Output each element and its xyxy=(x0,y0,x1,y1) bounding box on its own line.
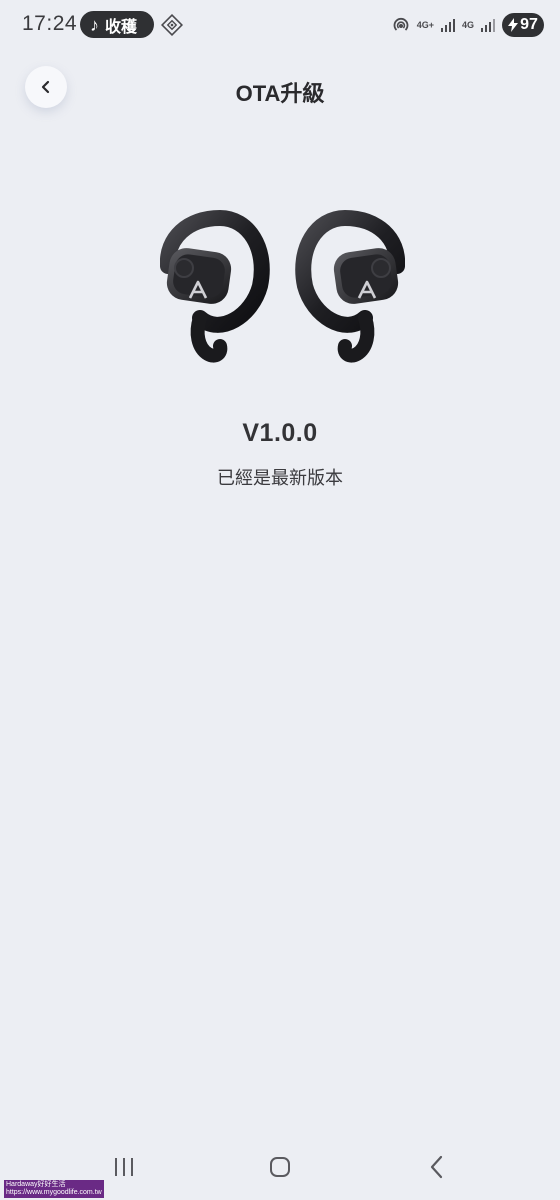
music-indicator[interactable]: ♪ 收穫 xyxy=(80,11,154,38)
signal-strength-icon xyxy=(440,19,455,32)
charging-bolt-icon xyxy=(508,18,519,32)
recent-apps-button[interactable] xyxy=(104,1152,144,1182)
music-label: 收穫 xyxy=(105,18,138,36)
watermark-line-1: Hardaway好好生活 xyxy=(6,1181,66,1188)
nav-back-button[interactable] xyxy=(417,1152,457,1182)
network-type-1: 4G+ xyxy=(416,19,434,30)
update-status-message: 已經是最新版本 xyxy=(217,468,343,488)
earbuds-image xyxy=(160,209,405,363)
home-button[interactable] xyxy=(260,1152,300,1182)
home-icon xyxy=(270,1157,290,1177)
network-type-2: 4G xyxy=(461,19,474,30)
status-bar: 17:24 ♪ 收穫 4G+ 4G 97 xyxy=(0,0,560,50)
status-indicators: 4G+ 4G 97 xyxy=(391,12,544,38)
music-note-icon: ♪ xyxy=(90,14,99,35)
left-earbud xyxy=(160,209,270,363)
battery-indicator: 97 xyxy=(502,13,544,37)
signal-strength-icon xyxy=(481,19,495,32)
nav-back-icon xyxy=(430,1155,443,1179)
watermark-line-2: https://www.mygoodlife.com.tw xyxy=(6,1189,102,1196)
recent-apps-icon xyxy=(115,1158,133,1176)
app-notification-icon xyxy=(161,14,183,36)
firmware-version: V1.0.0 xyxy=(242,419,318,447)
battery-level: 97 xyxy=(520,16,538,33)
hotspot-icon xyxy=(393,17,409,31)
right-earbud xyxy=(295,209,405,363)
status-time: 17:24 xyxy=(22,12,78,35)
watermark: Hardaway好好生活 https://www.mygoodlife.com.… xyxy=(4,1180,104,1198)
page-title: OTA升級 xyxy=(235,81,325,106)
